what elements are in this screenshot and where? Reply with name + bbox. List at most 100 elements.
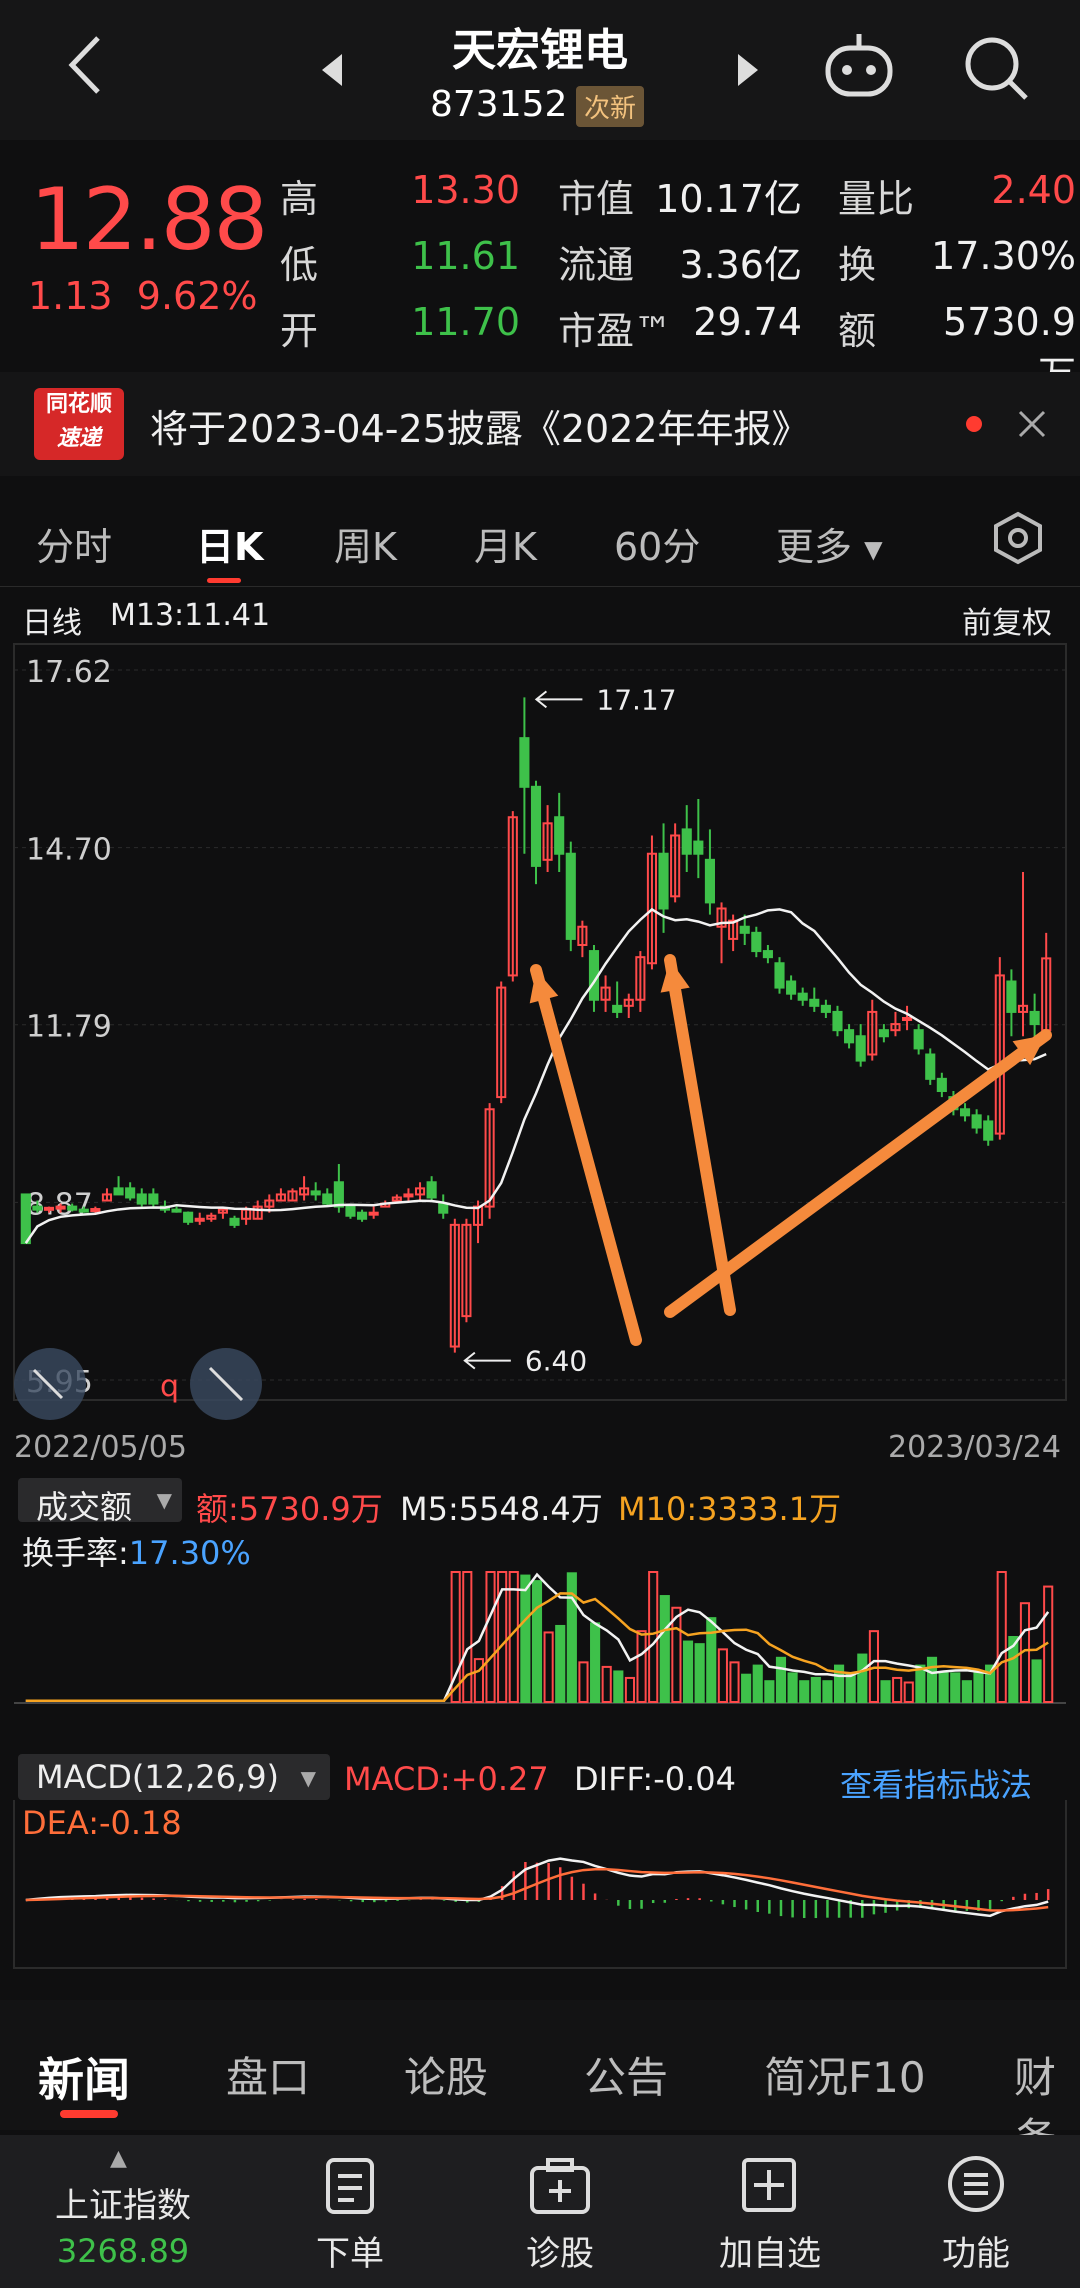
volume-bar <box>694 1643 705 1703</box>
robot-assistant-icon[interactable] <box>820 30 900 102</box>
y-tick-label: 11.79 <box>26 1010 112 1045</box>
quote-label: 市值 <box>558 177 635 221</box>
candle-body <box>171 1208 182 1213</box>
quote-value: 2.40 <box>991 168 1076 212</box>
tonghuashun-logo: 同花顺 速递 <box>34 388 124 460</box>
candle-body <box>43 1206 55 1211</box>
stock-name: 天宏锂电 <box>452 25 628 76</box>
tab-news[interactable]: 新闻 <box>38 2044 130 2110</box>
candle-body <box>774 962 785 989</box>
search-icon[interactable] <box>960 32 1032 104</box>
high-price-label: 17.17 <box>596 683 676 716</box>
candle-body <box>113 1187 124 1196</box>
candle-body <box>797 992 808 1001</box>
quote-value: 3.36亿 <box>679 243 802 287</box>
banner-text[interactable]: 将于2023-04-25披露《2022年年报》 <box>150 398 810 453</box>
chevron-up-icon[interactable]: ▲ <box>110 2146 127 2171</box>
candle-body <box>554 816 565 855</box>
active-tab-indicator <box>60 2110 118 2118</box>
close-icon[interactable] <box>1016 408 1048 440</box>
candle-body <box>959 1108 971 1117</box>
kline-ma-value: M13:11.41 <box>110 598 271 633</box>
tab-profile-f10[interactable]: 简况F10 <box>764 2044 926 2105</box>
volume-bar <box>799 1680 810 1703</box>
candle-body <box>67 1205 78 1211</box>
volume-bar <box>659 1595 670 1703</box>
candle-body <box>345 1205 356 1217</box>
macd-value: MACD:+0.27 <box>344 1760 549 1798</box>
candle-body <box>125 1187 136 1199</box>
volume-bar <box>892 1676 903 1703</box>
candle-body <box>925 1053 936 1080</box>
annotation-arrow <box>530 964 642 1346</box>
volume-bar <box>706 1617 717 1703</box>
candle-body <box>310 1190 321 1196</box>
candle-body <box>78 1208 89 1213</box>
candle-body <box>357 1211 368 1220</box>
candle-body <box>148 1193 159 1205</box>
volume-bar <box>938 1672 949 1704</box>
volume-bar <box>752 1664 763 1703</box>
candle-body <box>901 1017 913 1022</box>
stock-code: 873152 <box>430 84 568 125</box>
diagnose-stock-icon[interactable] <box>528 2156 592 2216</box>
volume-bar <box>613 1670 624 1703</box>
change-percent: 9.62% <box>136 274 258 318</box>
chevron-down-icon: ▼ <box>864 535 883 564</box>
volume-bar <box>578 1661 589 1703</box>
candle-body <box>751 931 762 953</box>
volume-m10: M10:3333.1万 <box>618 1490 842 1528</box>
tab-more[interactable]: 更多 ▼ <box>776 516 883 571</box>
candle-body <box>322 1193 333 1205</box>
candle-body <box>739 925 750 934</box>
nav-add-watchlist-label[interactable]: 加自选 <box>700 2226 840 2275</box>
macd-selector[interactable]: MACD(12,26,9) ▼ <box>18 1754 330 1800</box>
volume-selector[interactable]: 成交额 ▼ <box>18 1478 182 1526</box>
chevron-down-icon: ▼ <box>300 1766 316 1790</box>
add-watchlist-icon[interactable] <box>740 2156 798 2214</box>
date-start: 2022/05/05 <box>14 1430 187 1465</box>
nav-diagnose-label[interactable]: 诊股 <box>500 2226 620 2275</box>
tab-weekly-k[interactable]: 周K <box>334 516 397 571</box>
volume-bar <box>601 1665 612 1703</box>
chevron-down-icon: ▼ <box>156 1488 172 1512</box>
new-stock-badge: 次新 <box>576 86 645 127</box>
order-icon[interactable] <box>322 2156 378 2216</box>
tab-intraday[interactable]: 分时 <box>36 516 112 571</box>
y-tick-label: 17.62 <box>26 655 112 690</box>
market-index-name[interactable]: 上证指数 <box>48 2178 198 2227</box>
candle-body <box>855 1035 866 1062</box>
nav-functions-label[interactable]: 功能 <box>916 2226 1036 2275</box>
quote-value: 11.70 <box>411 300 520 344</box>
tab-forum[interactable]: 论股 <box>404 2044 488 2105</box>
volume-bar <box>624 1676 636 1703</box>
candle-body <box>438 1202 449 1214</box>
menu-icon[interactable] <box>946 2154 1006 2214</box>
tab-monthly-k[interactable]: 月K <box>474 516 537 571</box>
kline-chart[interactable]: 17.6214.7011.798.875.9517.176.40q <box>0 640 1080 1420</box>
volume-bar <box>961 1680 972 1703</box>
settings-hexagon-icon[interactable] <box>992 510 1044 566</box>
volume-bar <box>880 1680 891 1703</box>
candle-body <box>971 1114 982 1129</box>
candle-body <box>229 1217 240 1226</box>
candle-body <box>403 1193 414 1198</box>
volume-bar <box>775 1656 787 1704</box>
volume-bar <box>729 1661 740 1703</box>
candle-body <box>809 998 820 1007</box>
tab-orderbook[interactable]: 盘口 <box>226 2044 310 2105</box>
quote-label: 额 <box>838 309 877 353</box>
tab-daily-k[interactable]: 日K <box>196 516 263 571</box>
candle-body <box>693 840 704 855</box>
candle-body <box>658 852 669 910</box>
tab-60min[interactable]: 60分 <box>614 516 700 571</box>
candle-body <box>936 1077 947 1093</box>
volume-bar <box>915 1664 926 1703</box>
volume-bar <box>996 1571 1007 1703</box>
price-adjust-mode[interactable]: 前复权 <box>962 598 1052 642</box>
annotation-arrow <box>664 954 736 1316</box>
tab-announcement[interactable]: 公告 <box>584 2044 668 2105</box>
next-stock-icon[interactable] <box>732 50 762 90</box>
nav-order-label[interactable]: 下单 <box>290 2226 410 2275</box>
volume-bar <box>590 1622 601 1703</box>
